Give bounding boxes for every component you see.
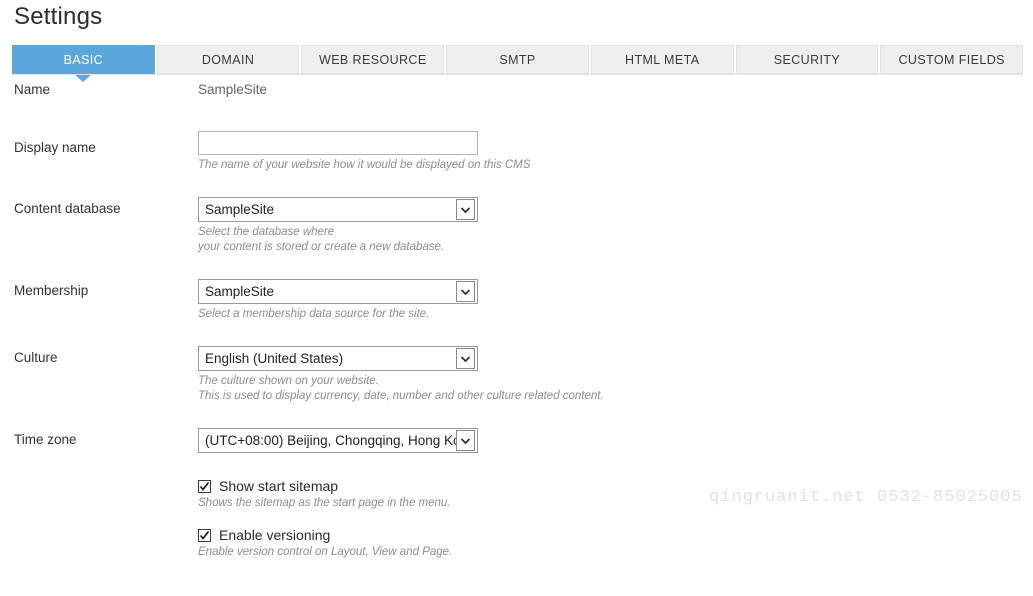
- tab-custom-fields-label: CUSTOM FIELDS: [898, 52, 1005, 67]
- tab-smtp[interactable]: SMTP: [446, 45, 589, 74]
- content-database-select-value: SampleSite: [205, 202, 275, 217]
- field-row-content-database: Content database SampleSite Select the d…: [0, 197, 1033, 279]
- content-database-select[interactable]: SampleSite: [198, 197, 478, 222]
- display-name-input[interactable]: [198, 131, 478, 155]
- label-name: Name: [14, 82, 51, 97]
- show-start-sitemap-checkbox[interactable]: [198, 480, 211, 493]
- label-membership: Membership: [14, 283, 89, 298]
- label-time-zone: Time zone: [14, 432, 77, 447]
- chevron-down-icon[interactable]: [456, 430, 475, 451]
- field-row-membership: Membership SampleSite Select a membershi…: [0, 279, 1033, 346]
- chevron-down-icon[interactable]: [456, 281, 475, 302]
- culture-select[interactable]: English (United States): [198, 346, 478, 371]
- label-display-name: Display name: [14, 140, 96, 155]
- enable-versioning-checkbox-row[interactable]: Enable versioning: [198, 526, 1033, 544]
- time-zone-select-value: (UTC+08:00) Beijing, Chongqing, Hong Kon…: [205, 433, 456, 448]
- tab-security-label: SECURITY: [773, 52, 841, 67]
- hint-content-database: Select the database where your content i…: [198, 226, 445, 253]
- hint-enable-versioning: Enable version control on Layout, View a…: [198, 546, 453, 558]
- label-culture: Culture: [14, 350, 58, 365]
- tab-basic-label: BASIC: [63, 52, 104, 67]
- hint-display-name: The name of your website how it would be…: [198, 159, 531, 171]
- tabstrip-underline: [12, 74, 1023, 75]
- chevron-down-icon[interactable]: [456, 348, 475, 369]
- tab-smtp-label: SMTP: [499, 52, 536, 67]
- value-name: SampleSite: [198, 82, 268, 97]
- field-row-culture: Culture English (United States) The cult…: [0, 346, 1033, 428]
- hint-membership: Select a membership data source for the …: [198, 308, 430, 320]
- tab-basic[interactable]: BASIC: [12, 45, 155, 82]
- membership-select-value: SampleSite: [205, 284, 275, 299]
- tab-web-resource[interactable]: WEB RESOURCE: [301, 45, 445, 74]
- tab-security[interactable]: SECURITY: [735, 45, 879, 74]
- page-title: Settings: [14, 3, 103, 30]
- enable-versioning-checkbox[interactable]: [198, 529, 211, 542]
- time-zone-select[interactable]: (UTC+08:00) Beijing, Chongqing, Hong Kon…: [198, 428, 478, 453]
- tab-custom-fields[interactable]: CUSTOM FIELDS: [880, 45, 1024, 74]
- show-start-sitemap-label[interactable]: Show start sitemap: [219, 477, 338, 495]
- membership-select[interactable]: SampleSite: [198, 279, 478, 304]
- label-content-database: Content database: [14, 201, 121, 216]
- field-row-display-name: Display name The name of your website ho…: [0, 131, 1033, 197]
- field-row-time-zone: Time zone (UTC+08:00) Beijing, Chongqing…: [0, 428, 1033, 477]
- tab-domain-label: DOMAIN: [201, 52, 255, 67]
- chevron-down-icon[interactable]: [456, 199, 475, 220]
- settings-tabstrip: BASIC DOMAIN WEB RESOURCE SMTP HTML META…: [12, 45, 1024, 82]
- tab-web-resource-label: WEB RESOURCE: [319, 52, 427, 67]
- hint-culture: The culture shown on your website. This …: [198, 375, 604, 402]
- watermark: qingruanit.net 0532-85025005: [709, 488, 1023, 507]
- tab-html-meta-label: HTML META: [625, 52, 700, 67]
- field-row-name: Name SampleSite: [0, 82, 1033, 131]
- tab-html-meta[interactable]: HTML META: [590, 45, 734, 74]
- field-row-enable-versioning: Enable versioning Enable version control…: [0, 526, 1033, 572]
- tab-domain[interactable]: DOMAIN: [156, 45, 300, 74]
- enable-versioning-label[interactable]: Enable versioning: [219, 526, 330, 544]
- settings-page: Settings BASIC DOMAIN WEB RESOURCE SMTP …: [0, 0, 1033, 596]
- culture-select-value: English (United States): [205, 351, 344, 366]
